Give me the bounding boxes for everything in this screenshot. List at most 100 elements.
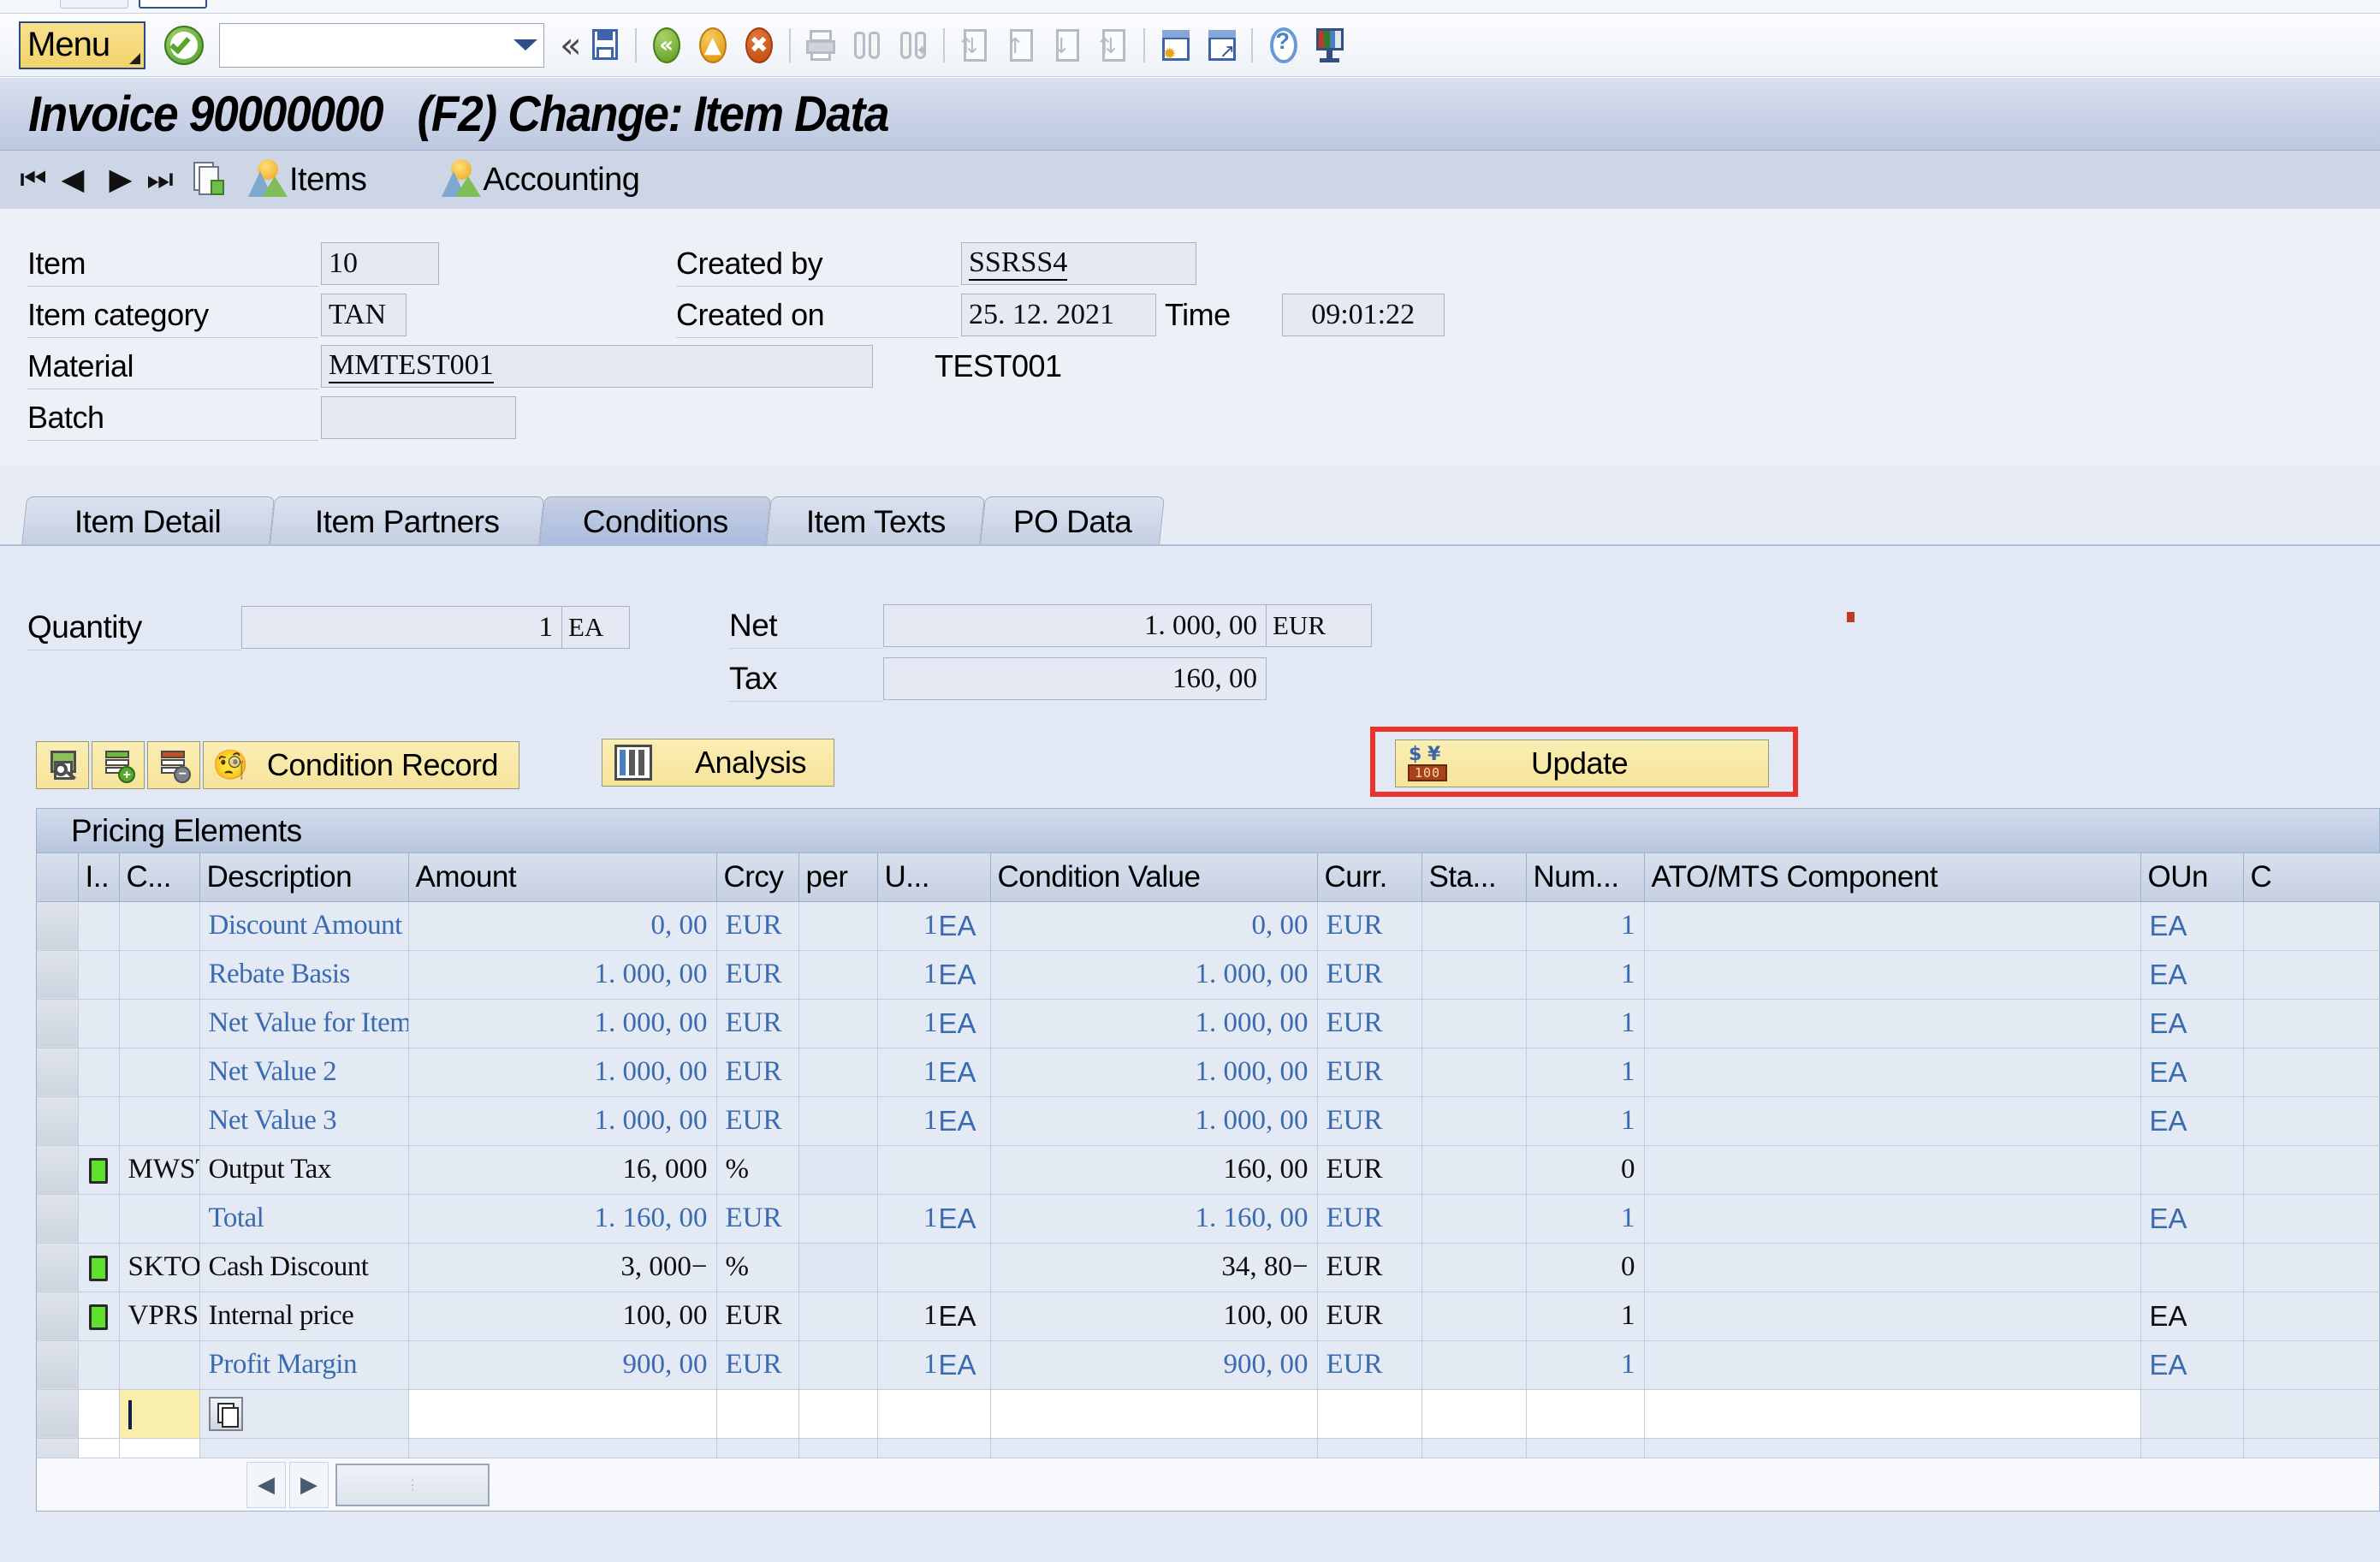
cell-per[interactable] [798, 1048, 878, 1097]
last-page-icon[interactable]: ⇅ [1093, 23, 1134, 68]
cell-oun[interactable]: EA [2140, 999, 2244, 1048]
cell-per[interactable] [798, 1194, 878, 1244]
enter-check-icon[interactable] [164, 25, 204, 65]
cell-per[interactable] [798, 901, 878, 951]
cell-condition-type[interactable] [119, 999, 200, 1048]
cell-condition-value[interactable]: 160, 00 [990, 1145, 1318, 1195]
exit-icon[interactable]: ▲ [692, 23, 733, 68]
cell-numerator[interactable]: 1 [1526, 1194, 1645, 1244]
cell-c[interactable] [2243, 1145, 2380, 1195]
net-field[interactable]: 1. 000, 00 [883, 604, 1267, 647]
cell-status[interactable] [1421, 1292, 1527, 1341]
col-numerator[interactable]: Num... [1526, 853, 1645, 902]
cell-c[interactable] [2243, 999, 2380, 1048]
cell-numerator[interactable]: 1 [1526, 1096, 1645, 1146]
tab-conditions[interactable]: Conditions [538, 496, 772, 546]
first-page-icon[interactable]: ⇅ [954, 23, 995, 68]
cell-ato-mts-component[interactable] [1644, 901, 2141, 951]
cell-oun[interactable]: EA [2140, 1340, 2244, 1390]
cell-amount[interactable]: 100, 00 [408, 1292, 717, 1341]
cell-ato-mts-component[interactable] [1644, 1145, 2141, 1195]
horizontal-scrollbar[interactable]: ◀ ▶ ⋮ [37, 1458, 2379, 1511]
cell-curr[interactable]: EUR [1317, 1340, 1422, 1390]
cell-unit[interactable]: 1 EA [877, 999, 991, 1048]
cell-description[interactable]: Net Value for Item [199, 999, 409, 1048]
cell-condition-type[interactable]: VPRS [119, 1292, 200, 1341]
table-row[interactable]: VPRS Internal price 100, 00 EUR 1 EA 100, 00 EU… [37, 1292, 2380, 1341]
print-icon[interactable] [800, 23, 841, 68]
cell-condition-value[interactable]: 1. 000, 00 [990, 1096, 1318, 1146]
save-icon[interactable] [585, 23, 626, 68]
cell-crcy[interactable]: EUR [716, 999, 799, 1048]
row-select-cell[interactable] [37, 1048, 79, 1097]
command-field[interactable] [219, 22, 544, 68]
previous-page-icon[interactable]: ↑ [1000, 23, 1042, 68]
col-crcy[interactable]: Crcy [716, 853, 799, 902]
material-field[interactable]: MMTEST001 [321, 345, 873, 388]
cell-status[interactable] [1421, 999, 1527, 1048]
cell-per[interactable] [798, 950, 878, 1000]
cell-condition-value[interactable]: 900, 00 [990, 1340, 1318, 1390]
cell-oun[interactable] [2140, 1243, 2244, 1292]
cell-numerator[interactable]: 1 [1526, 999, 1645, 1048]
cell-amount[interactable]: 1. 000, 00 [408, 1096, 717, 1146]
scroll-left-icon[interactable]: ◀ [246, 1461, 286, 1508]
cell-amount[interactable]: 1. 160, 00 [408, 1194, 717, 1244]
window-tab-active[interactable] [139, 0, 207, 9]
table-row[interactable]: SKTO Cash Discount 3, 000−% 34, 80− EUR 0 [37, 1243, 2380, 1292]
cell-amount[interactable]: 1. 000, 00 [408, 950, 717, 1000]
cell-condition-value[interactable]: 1. 000, 00 [990, 999, 1318, 1048]
cell-curr[interactable]: EUR [1317, 1243, 1422, 1292]
cell-curr[interactable]: EUR [1317, 950, 1422, 1000]
cell-condition-value[interactable]: 1. 160, 00 [990, 1194, 1318, 1244]
entry-amount-cell[interactable] [408, 1389, 717, 1439]
cell-c[interactable] [2243, 901, 2380, 951]
cell-condition-type[interactable]: MWST [119, 1145, 200, 1195]
cell-curr[interactable]: EUR [1317, 901, 1422, 951]
cell-unit[interactable]: 1 EA [877, 1194, 991, 1244]
row-select-cell[interactable] [37, 901, 79, 951]
delete-condition-icon-button[interactable]: − [147, 741, 200, 789]
cell-amount[interactable]: 900, 00 [408, 1340, 717, 1390]
cell-unit[interactable]: 1 EA [877, 1096, 991, 1146]
cell-condition-type[interactable] [119, 1194, 200, 1244]
cell-unit[interactable]: 1 EA [877, 1340, 991, 1390]
entry-c-cell[interactable] [2243, 1389, 2380, 1439]
cell-ato-mts-component[interactable] [1644, 1194, 2141, 1244]
col-c[interactable]: C [2243, 853, 2380, 902]
cell-condition-value[interactable]: 1. 000, 00 [990, 1048, 1318, 1097]
tab-item-texts[interactable]: Item Texts [765, 496, 986, 546]
col-curr[interactable]: Curr. [1317, 853, 1422, 902]
row-select-cell[interactable] [37, 1145, 79, 1195]
entry-status-cell[interactable] [78, 1389, 120, 1439]
cell-numerator[interactable]: 1 [1526, 1340, 1645, 1390]
cell-status[interactable] [1421, 1243, 1527, 1292]
item-category-field[interactable]: TAN [321, 294, 407, 336]
cell-condition-value[interactable]: 0, 00 [990, 901, 1318, 951]
command-input[interactable] [227, 32, 513, 58]
table-row[interactable]: Net Value 3 1. 000, 00 EUR 1 EA 1. 000, 00 EUR… [37, 1096, 2380, 1146]
table-row[interactable]: Net Value 2 1. 000, 00 EUR 1 EA 1. 000, 00 EUR… [37, 1048, 2380, 1097]
cell-amount[interactable]: 1. 000, 00 [408, 999, 717, 1048]
cell-condition-type[interactable]: SKTO [119, 1243, 200, 1292]
entry-status-col-cell[interactable] [1421, 1389, 1527, 1439]
entry-ato-cell[interactable] [1644, 1389, 2141, 1439]
cell-numerator[interactable]: 1 [1526, 1048, 1645, 1097]
entry-curr-cell[interactable] [1317, 1389, 1422, 1439]
table-row[interactable]: MWSTOutput Tax16, 000% 160, 00EUR 0 [37, 1145, 2380, 1195]
cell-unit[interactable]: 1 EA [877, 901, 991, 951]
cell-description[interactable]: Output Tax [199, 1145, 409, 1195]
collapse-icon[interactable]: « [560, 27, 582, 63]
batch-field[interactable] [321, 396, 516, 439]
cell-unit[interactable]: 1 EA [877, 1048, 991, 1097]
cell-unit[interactable]: 1 EA [877, 950, 991, 1000]
entry-oun-cell[interactable] [2140, 1389, 2244, 1439]
customize-layout-icon[interactable] [1309, 23, 1350, 68]
col-select[interactable] [37, 853, 79, 902]
cell-numerator[interactable]: 1 [1526, 901, 1645, 951]
cell-c[interactable] [2243, 1243, 2380, 1292]
next-item-icon[interactable]: ▶ [101, 160, 140, 199]
cancel-icon[interactable]: ✖ [739, 23, 780, 68]
cell-curr[interactable]: EUR [1317, 1194, 1422, 1244]
cell-c[interactable] [2243, 1340, 2380, 1390]
